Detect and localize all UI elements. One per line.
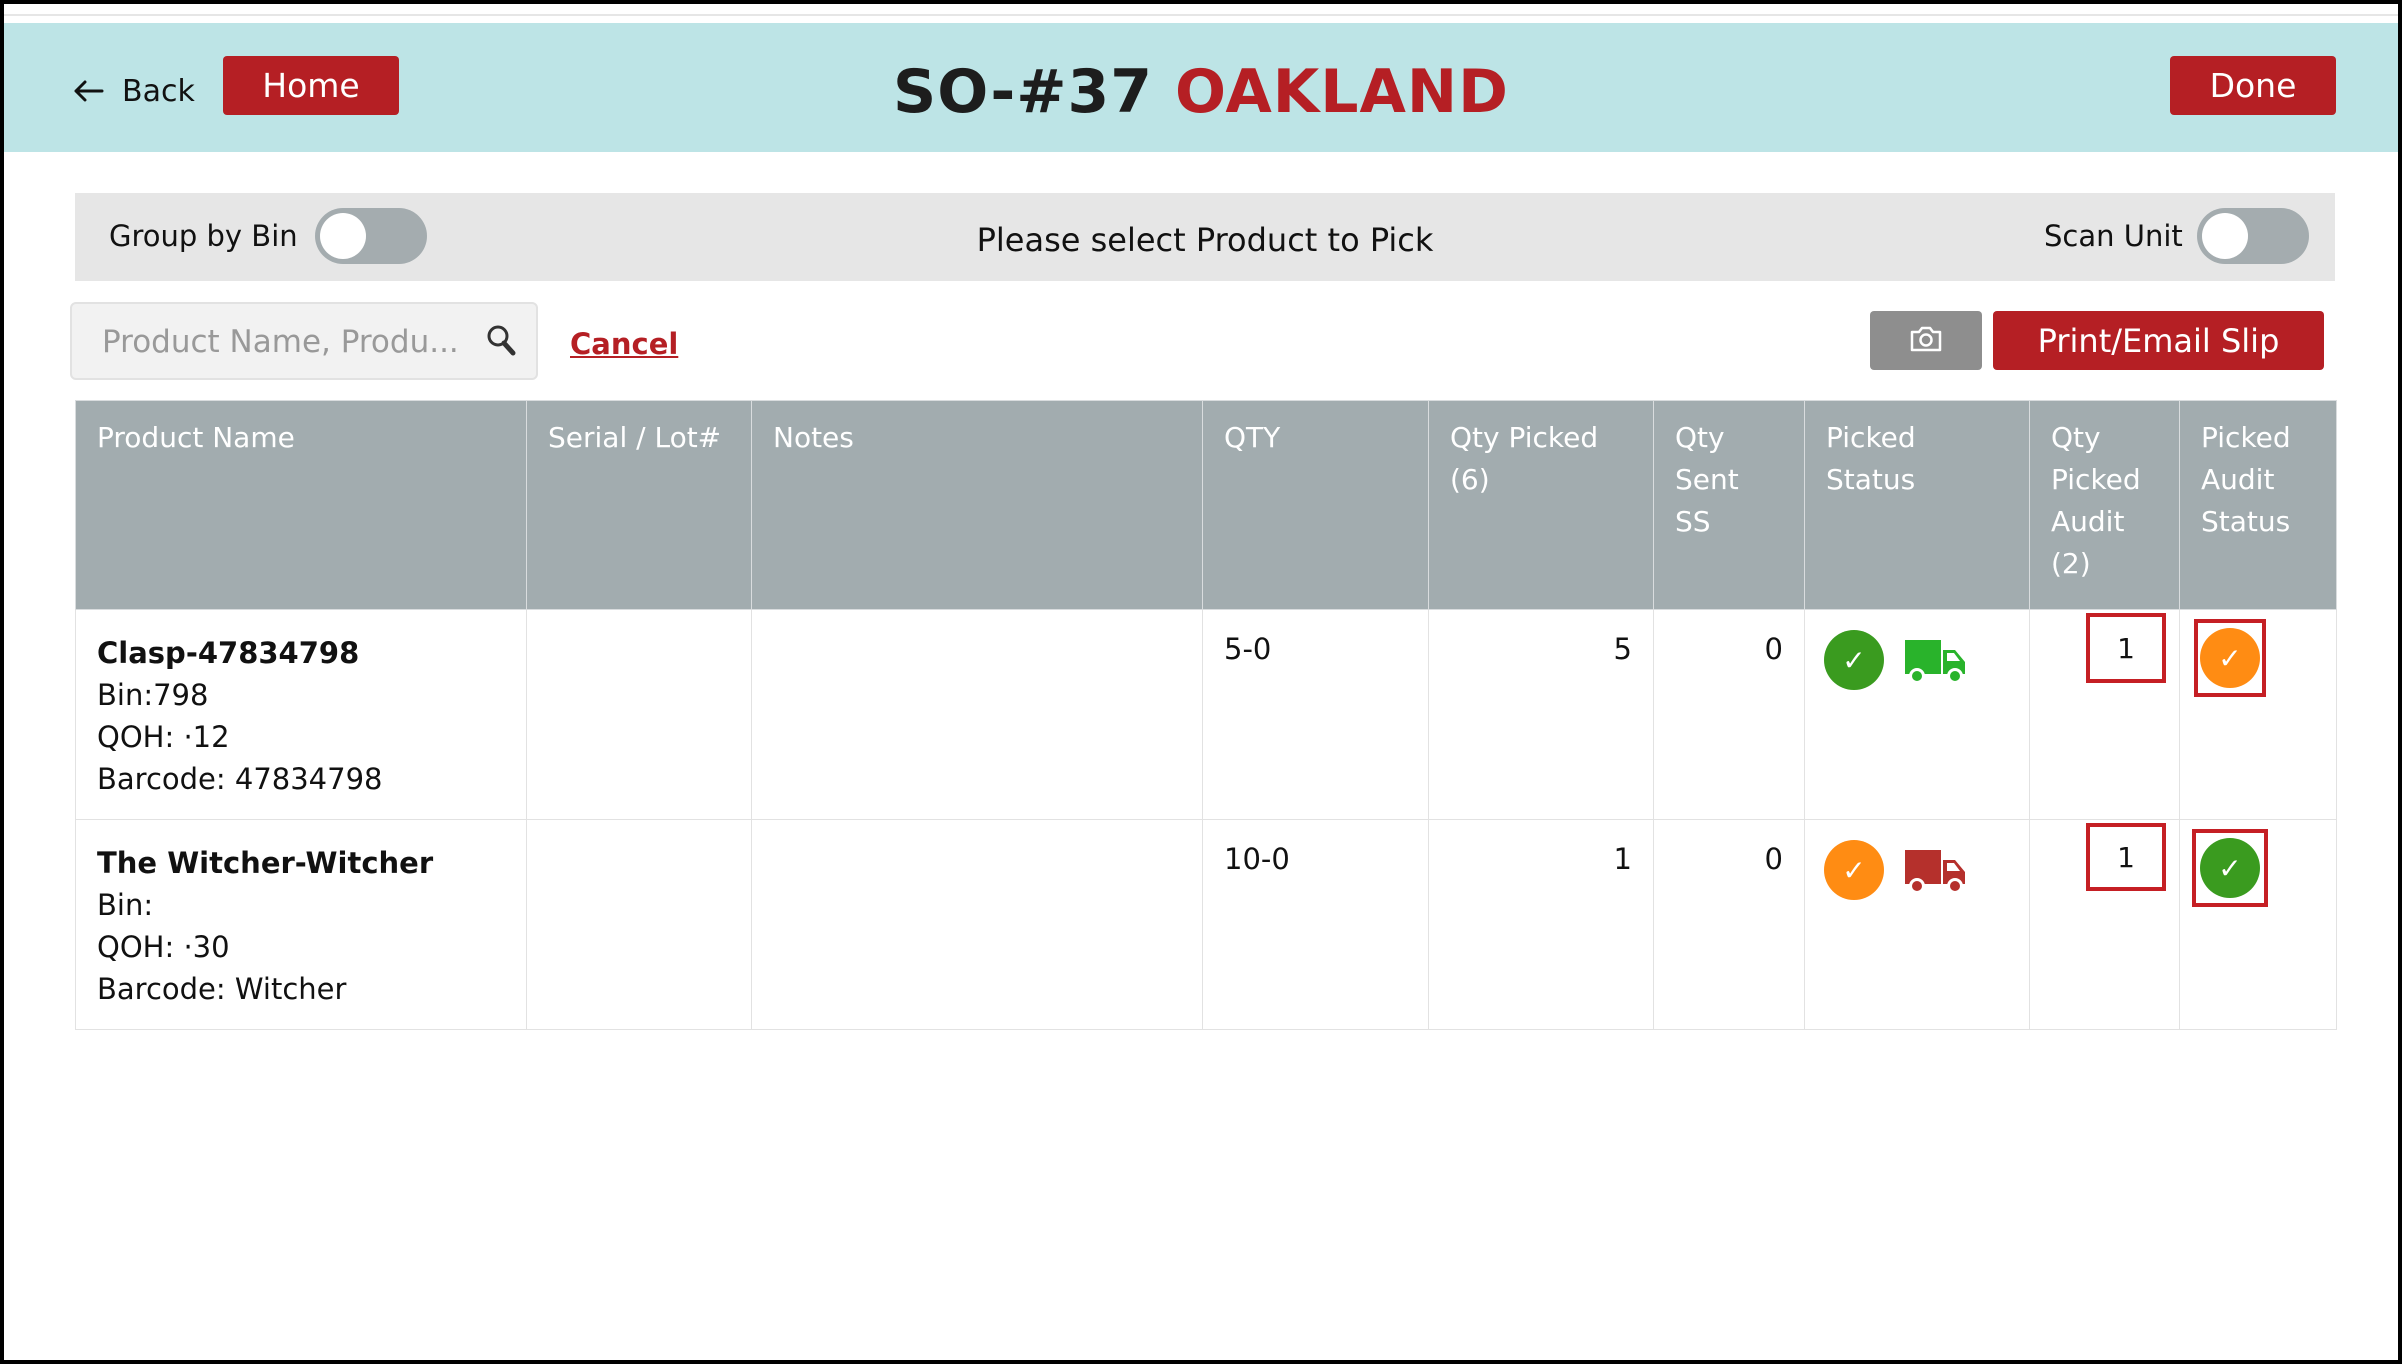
column-header-qty[interactable]: QTY <box>1202 400 1429 610</box>
app-window: Back Home SO-#37 OAKLAND Done Group by B… <box>4 4 2398 1360</box>
audit-status-toggle[interactable]: ✓ <box>2192 829 2268 907</box>
notes-cell[interactable] <box>751 609 1203 820</box>
qty-picked-audit-input[interactable]: 1 <box>2086 823 2166 891</box>
picked-status-check-icon[interactable]: ✓ <box>1824 630 1884 690</box>
table-header-row: Product Name Serial / Lot# Notes QTY Qty… <box>75 400 2337 610</box>
picked-status-cell: ✓ <box>1804 819 2030 1030</box>
done-button[interactable]: Done <box>2170 56 2336 115</box>
print-email-slip-button[interactable]: Print/Email Slip <box>1993 311 2324 370</box>
column-header-picked-audit-status[interactable]: Picked Audit Status <box>2179 400 2337 610</box>
column-header-picked-status[interactable]: Picked Status <box>1804 400 2030 610</box>
search-input[interactable] <box>100 318 464 366</box>
search-icon[interactable] <box>486 324 516 360</box>
product-cell[interactable]: Clasp-47834798 Bin:798 QOH: ·12 Barcode:… <box>75 609 527 820</box>
pick-prompt: Please select Product to Pick <box>976 221 1434 259</box>
audit-status-toggle[interactable]: ✓ <box>2194 619 2266 697</box>
column-header-notes[interactable]: Notes <box>751 400 1203 610</box>
qty-picked-audit-cell: 1 <box>2029 609 2180 820</box>
barcode-text: Barcode: Witcher <box>97 972 347 1006</box>
product-name: The Witcher-Witcher <box>97 846 434 880</box>
pick-table: Product Name Serial / Lot# Notes QTY Qty… <box>75 400 2337 1030</box>
location-name: OAKLAND <box>1174 57 1509 127</box>
column-header-product-name[interactable]: Product Name <box>75 400 527 610</box>
camera-button[interactable] <box>1870 311 1982 370</box>
top-divider <box>4 14 2398 16</box>
notes-cell[interactable] <box>751 819 1203 1030</box>
column-header-qty-sent-ss[interactable]: Qty Sent SS <box>1653 400 1805 610</box>
column-header-qty-picked-audit[interactable]: Qty Picked Audit (2) <box>2029 400 2180 610</box>
qty-sent-ss-cell: 0 <box>1653 609 1805 820</box>
truck-icon[interactable] <box>1903 636 1967 691</box>
qty-cell: 5-0 <box>1202 609 1429 820</box>
bin-text: Bin: <box>97 888 154 922</box>
column-header-qty-picked[interactable]: Qty Picked (6) <box>1428 400 1654 610</box>
bin-text: Bin:798 <box>97 678 209 712</box>
qty-picked-cell: 1 <box>1428 819 1654 1030</box>
scan-unit-label: Scan Unit <box>2044 219 2183 253</box>
serial-lot-cell[interactable] <box>526 819 752 1030</box>
order-number: SO-#37 <box>893 57 1154 127</box>
truck-icon[interactable] <box>1903 846 1967 901</box>
column-header-serial-lot[interactable]: Serial / Lot# <box>526 400 752 610</box>
search-box <box>70 302 538 380</box>
table-row[interactable]: Clasp-47834798 Bin:798 QOH: ·12 Barcode:… <box>75 609 2337 820</box>
audit-status-check-icon: ✓ <box>2200 838 2260 898</box>
qoh-text: QOH: ·12 <box>97 720 230 754</box>
toggle-knob <box>2202 213 2248 259</box>
qty-sent-ss-cell: 0 <box>1653 819 1805 1030</box>
page-title: SO-#37 OAKLAND <box>4 57 2398 127</box>
options-bar: Group by Bin Please select Product to Pi… <box>75 193 2335 281</box>
header-bar: Back Home SO-#37 OAKLAND Done <box>4 23 2398 152</box>
scan-unit-toggle[interactable] <box>2197 208 2309 264</box>
serial-lot-cell[interactable] <box>526 609 752 820</box>
audit-status-check-icon: ✓ <box>2200 628 2260 688</box>
barcode-text: Barcode: 47834798 <box>97 762 383 796</box>
table-row[interactable]: The Witcher-Witcher Bin: QOH: ·30 Barcod… <box>75 819 2337 1030</box>
qty-picked-audit-input[interactable]: 1 <box>2086 613 2166 683</box>
picked-audit-status-cell: ✓ <box>2179 819 2337 1030</box>
qty-cell: 10-0 <box>1202 819 1429 1030</box>
cancel-link[interactable]: Cancel <box>570 327 678 361</box>
picked-status-cell: ✓ <box>1804 609 2030 820</box>
picked-audit-status-cell: ✓ <box>2179 609 2337 820</box>
qoh-text: QOH: ·30 <box>97 930 230 964</box>
camera-icon <box>1909 326 1943 356</box>
qty-picked-audit-cell: 1 <box>2029 819 2180 1030</box>
picked-status-check-icon[interactable]: ✓ <box>1824 840 1884 900</box>
qty-picked-cell: 5 <box>1428 609 1654 820</box>
product-cell[interactable]: The Witcher-Witcher Bin: QOH: ·30 Barcod… <box>75 819 527 1030</box>
product-name: Clasp-47834798 <box>97 636 360 670</box>
